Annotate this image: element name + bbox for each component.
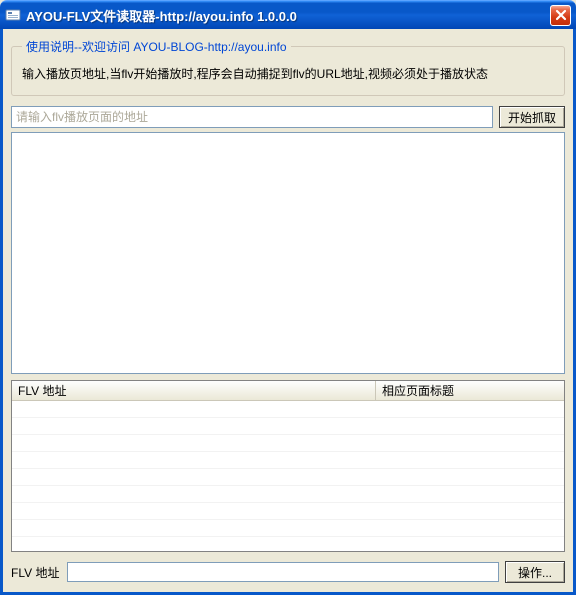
titlebar: AYOU-FLV文件读取器-http://ayou.info 1.0.0.0	[0, 0, 576, 29]
close-icon	[555, 9, 567, 21]
bottom-row: FLV 地址 操作...	[11, 560, 565, 584]
log-textarea[interactable]	[11, 132, 565, 374]
table-header: FLV 地址 相应页面标题	[12, 381, 564, 401]
app-icon	[5, 7, 21, 23]
operation-button[interactable]: 操作...	[505, 561, 565, 583]
table-row[interactable]	[12, 503, 564, 520]
table-row[interactable]	[12, 520, 564, 537]
flv-url-label: FLV 地址	[11, 564, 61, 581]
window-title: AYOU-FLV文件读取器-http://ayou.info 1.0.0.0	[26, 6, 550, 25]
instructions-text: 输入播放页地址,当flv开始播放时,程序会自动捕捉到flv的URL地址,视频必须…	[22, 65, 554, 83]
client-area: 使用说明--欢迎访问 AYOU-BLOG-http://ayou.info 输入…	[0, 29, 576, 595]
start-capture-button[interactable]: 开始抓取	[499, 106, 565, 128]
table-row[interactable]	[12, 486, 564, 503]
instructions-group: 使用说明--欢迎访问 AYOU-BLOG-http://ayou.info 输入…	[11, 38, 565, 96]
close-button[interactable]	[550, 5, 571, 26]
page-url-input[interactable]	[11, 106, 493, 128]
table-row[interactable]	[12, 452, 564, 469]
table-row[interactable]	[12, 401, 564, 418]
url-input-row: 开始抓取	[11, 106, 565, 128]
table-body[interactable]	[12, 401, 564, 551]
results-table: FLV 地址 相应页面标题	[11, 380, 565, 552]
column-page-title[interactable]: 相应页面标题	[376, 381, 564, 400]
table-row[interactable]	[12, 435, 564, 452]
table-row[interactable]	[12, 418, 564, 435]
flv-url-output[interactable]	[67, 562, 499, 582]
table-row[interactable]	[12, 537, 564, 552]
column-flv-url[interactable]: FLV 地址	[12, 381, 376, 400]
table-row[interactable]	[12, 469, 564, 486]
instructions-legend: 使用说明--欢迎访问 AYOU-BLOG-http://ayou.info	[22, 38, 291, 55]
